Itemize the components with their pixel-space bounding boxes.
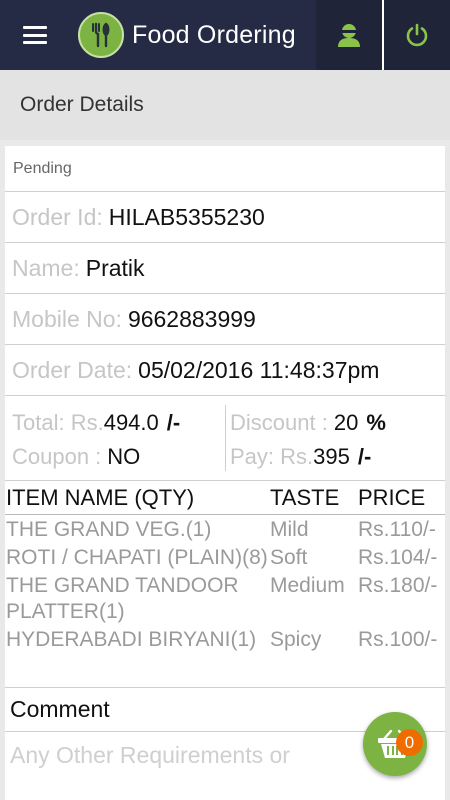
table-row: THE GRAND VEG.(1) Mild Rs.110/-: [5, 515, 445, 543]
total-unit: /-: [166, 410, 181, 435]
order-id-label: Order Id:: [12, 203, 103, 230]
totals-section: Total: Rs. 494.0 /- Coupon : NO Discount…: [5, 396, 445, 481]
item-taste: Soft: [270, 546, 308, 569]
order-id-value: HILAB5355230: [108, 203, 265, 230]
hamburger-menu-icon: [23, 26, 47, 44]
app-toolbar: Food Ordering: [0, 0, 450, 70]
total-row: Total: Rs. 494.0 /-: [12, 406, 225, 440]
status-badge: Pending: [5, 146, 445, 192]
coupon-value: NO: [107, 444, 141, 469]
name-value: Pratik: [85, 254, 145, 281]
item-price: Rs.110/-: [358, 518, 436, 541]
cart-button[interactable]: 0: [363, 712, 427, 776]
table-row: HYDERABADI BIRYANI(1) Spicy Rs.100/-: [5, 625, 445, 653]
comment-input[interactable]: Any Other Requirements or: [5, 732, 295, 770]
pay-label: Pay: Rs.: [230, 444, 314, 469]
menu-button[interactable]: [0, 0, 70, 70]
name-label: Name:: [12, 254, 80, 281]
coupon-row: Coupon : NO: [12, 440, 225, 474]
item-price: Rs.100/-: [358, 628, 438, 651]
column-header-item: ITEM NAME (QTY): [6, 484, 195, 510]
order-date-row: Order Date: 05/02/2016 11:48:37pm: [5, 345, 445, 396]
cart-count-badge: 0: [396, 729, 423, 756]
item-name: THE GRAND TANDOOR PLATTER(1): [6, 574, 239, 623]
logout-button[interactable]: [384, 0, 450, 70]
order-id-row: Order Id: HILAB5355230: [5, 192, 445, 243]
item-taste: Medium: [270, 574, 345, 597]
item-taste: Spicy: [270, 628, 322, 651]
items-table-header: ITEM NAME (QTY) TASTE PRICE: [5, 481, 445, 515]
order-date-value: 05/02/2016 11:48:37pm: [138, 356, 380, 383]
discount-row: Discount : 20 %: [230, 406, 445, 440]
table-row: ROTI / CHAPATI (PLAIN)(8) Soft Rs.104/-: [5, 543, 445, 571]
order-details-card: Pending Order Id: HILAB5355230 Name: Pra…: [5, 146, 445, 800]
profile-button[interactable]: [316, 0, 382, 70]
discount-label: Discount :: [230, 410, 328, 435]
order-date-label: Order Date:: [12, 356, 133, 383]
coupon-label: Coupon :: [12, 444, 102, 469]
power-icon: [406, 23, 428, 47]
name-row: Name: Pratik: [5, 243, 445, 294]
mobile-row: Mobile No: 9662883999: [5, 294, 445, 345]
table-row: THE GRAND TANDOOR PLATTER(1) Medium Rs.1…: [5, 571, 445, 625]
item-taste: Mild: [270, 518, 309, 541]
discount-unit: %: [366, 410, 386, 435]
pay-value: 395: [313, 444, 350, 469]
column-header-taste: TASTE: [270, 484, 340, 510]
total-label: Total: Rs.: [12, 410, 104, 435]
mobile-label: Mobile No:: [12, 305, 122, 332]
item-name: HYDERABADI BIRYANI(1): [6, 628, 257, 651]
page-title: Order Details: [0, 70, 450, 140]
mobile-value: 9662883999: [127, 305, 256, 332]
app-title: Food Ordering: [132, 20, 296, 49]
item-price: Rs.180/-: [358, 574, 438, 597]
fork-knife-icon: [78, 12, 124, 58]
pay-row: Pay: Rs. 395 /-: [230, 440, 445, 474]
item-price: Rs.104/-: [358, 546, 438, 569]
item-name: THE GRAND VEG.(1): [6, 518, 212, 541]
column-header-price: PRICE: [358, 484, 426, 510]
items-table-body: THE GRAND VEG.(1) Mild Rs.110/- ROTI / C…: [5, 515, 445, 688]
pay-unit: /-: [357, 444, 372, 469]
item-name: ROTI / CHAPATI (PLAIN)(8): [6, 546, 268, 569]
discount-value: 20: [333, 410, 359, 435]
total-value: 494.0: [103, 410, 159, 435]
user-icon: [338, 24, 360, 47]
